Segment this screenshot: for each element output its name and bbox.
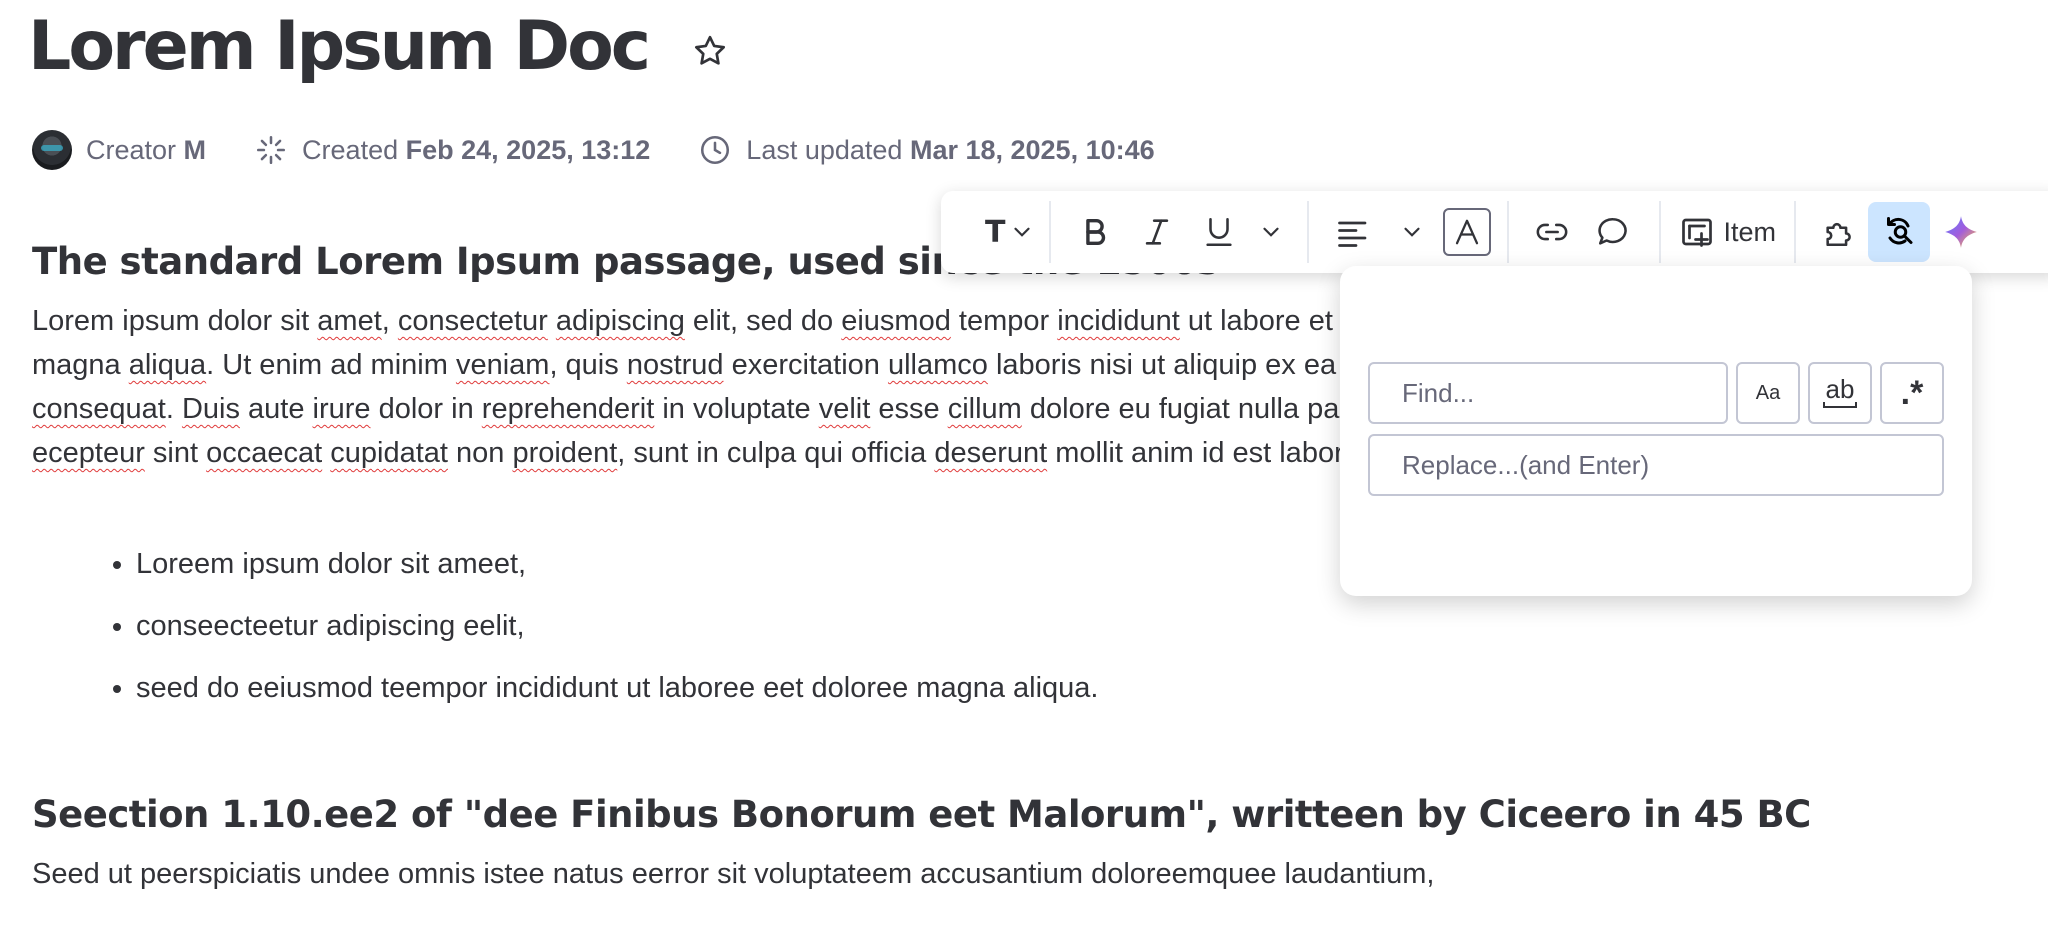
list-item[interactable]: seed do eeiusmod teempor incididunt ut l… (136, 671, 2012, 705)
whole-word-underline (1823, 402, 1857, 408)
more-format-dropdown[interactable] (1249, 202, 1293, 262)
divider (1507, 201, 1510, 263)
align-dropdown[interactable] (1383, 202, 1441, 262)
creator-label: Creator (86, 134, 177, 165)
list-item[interactable]: conseecteetur adipiscing eelit, (136, 609, 2012, 643)
text-color-icon (1443, 208, 1492, 256)
regex-toggle[interactable]: .* (1880, 362, 1944, 424)
text-color-button[interactable] (1441, 202, 1493, 262)
ai-assistant-button[interactable] (1930, 202, 1992, 262)
match-case-toggle[interactable]: Aa (1736, 362, 1800, 424)
underline-button[interactable] (1189, 202, 1249, 262)
sparkle-loader-icon (257, 135, 286, 165)
replace-input[interactable] (1368, 434, 1944, 496)
italic-button[interactable] (1125, 202, 1189, 262)
link-icon (1537, 223, 1568, 241)
text-style-dropdown[interactable]: T (985, 202, 1035, 262)
find-replace-panel: Aa ab .* (1340, 266, 1972, 596)
divider (1793, 201, 1796, 263)
created-date: Feb 24, 2025, 13:12 (405, 134, 651, 165)
updated-date: Mar 18, 2025, 10:46 (909, 134, 1155, 165)
bold-icon (1086, 218, 1106, 246)
comment-button[interactable] (1581, 202, 1645, 262)
comment-icon (1598, 217, 1628, 245)
item-label: Item (1723, 216, 1776, 247)
link-button[interactable] (1523, 202, 1581, 262)
find-replace-icon (1886, 217, 1913, 245)
heading-2[interactable]: Seection 1.10.ee2 of "dee Finibus Bonoru… (32, 793, 2012, 836)
divider (1049, 201, 1052, 263)
whole-word-toggle[interactable]: ab (1808, 362, 1872, 424)
doc-title[interactable]: Lorem Ipsum Doc (28, 9, 651, 85)
clock-icon (701, 135, 730, 165)
align-left-icon (1338, 221, 1367, 247)
chevron-down-icon (1263, 227, 1280, 237)
add-item-button[interactable]: Item (1675, 202, 1780, 262)
divider (1307, 201, 1310, 263)
puzzle-icon (1826, 222, 1851, 247)
underline-icon (1206, 217, 1233, 247)
creator-info: Creator M (32, 130, 206, 170)
ai-sparkle-icon (1945, 216, 1977, 248)
find-input[interactable] (1368, 362, 1728, 424)
bold-button[interactable] (1065, 202, 1125, 262)
avatar[interactable] (32, 130, 72, 170)
chevron-down-icon (1014, 227, 1031, 237)
align-button[interactable] (1323, 202, 1383, 262)
paragraph-2[interactable]: Seed ut peerspiciatis undee omnis istee … (32, 852, 2012, 896)
italic-icon (1146, 219, 1169, 245)
creator-name: M (183, 134, 207, 165)
created-info: Created Feb 24, 2025, 13:12 (254, 133, 650, 167)
doc-meta-bar: Creator M Created Feb 24, 2025, 13:12 La… (32, 125, 1203, 175)
divider (1659, 201, 1662, 263)
find-replace-button[interactable] (1867, 202, 1930, 262)
integrations-button[interactable] (1810, 202, 1868, 262)
whole-word-label: ab (1825, 374, 1855, 404)
updated-info: Last updated Mar 18, 2025, 10:46 (698, 133, 1155, 167)
chevron-down-icon (1404, 227, 1421, 237)
created-label: Created (302, 134, 399, 165)
formatting-toolbar: T Item (941, 191, 2048, 273)
text-style-label: T (985, 214, 1006, 250)
updated-label: Last updated (746, 134, 903, 165)
star-icon[interactable] (692, 33, 728, 69)
add-item-icon (1682, 218, 1713, 247)
